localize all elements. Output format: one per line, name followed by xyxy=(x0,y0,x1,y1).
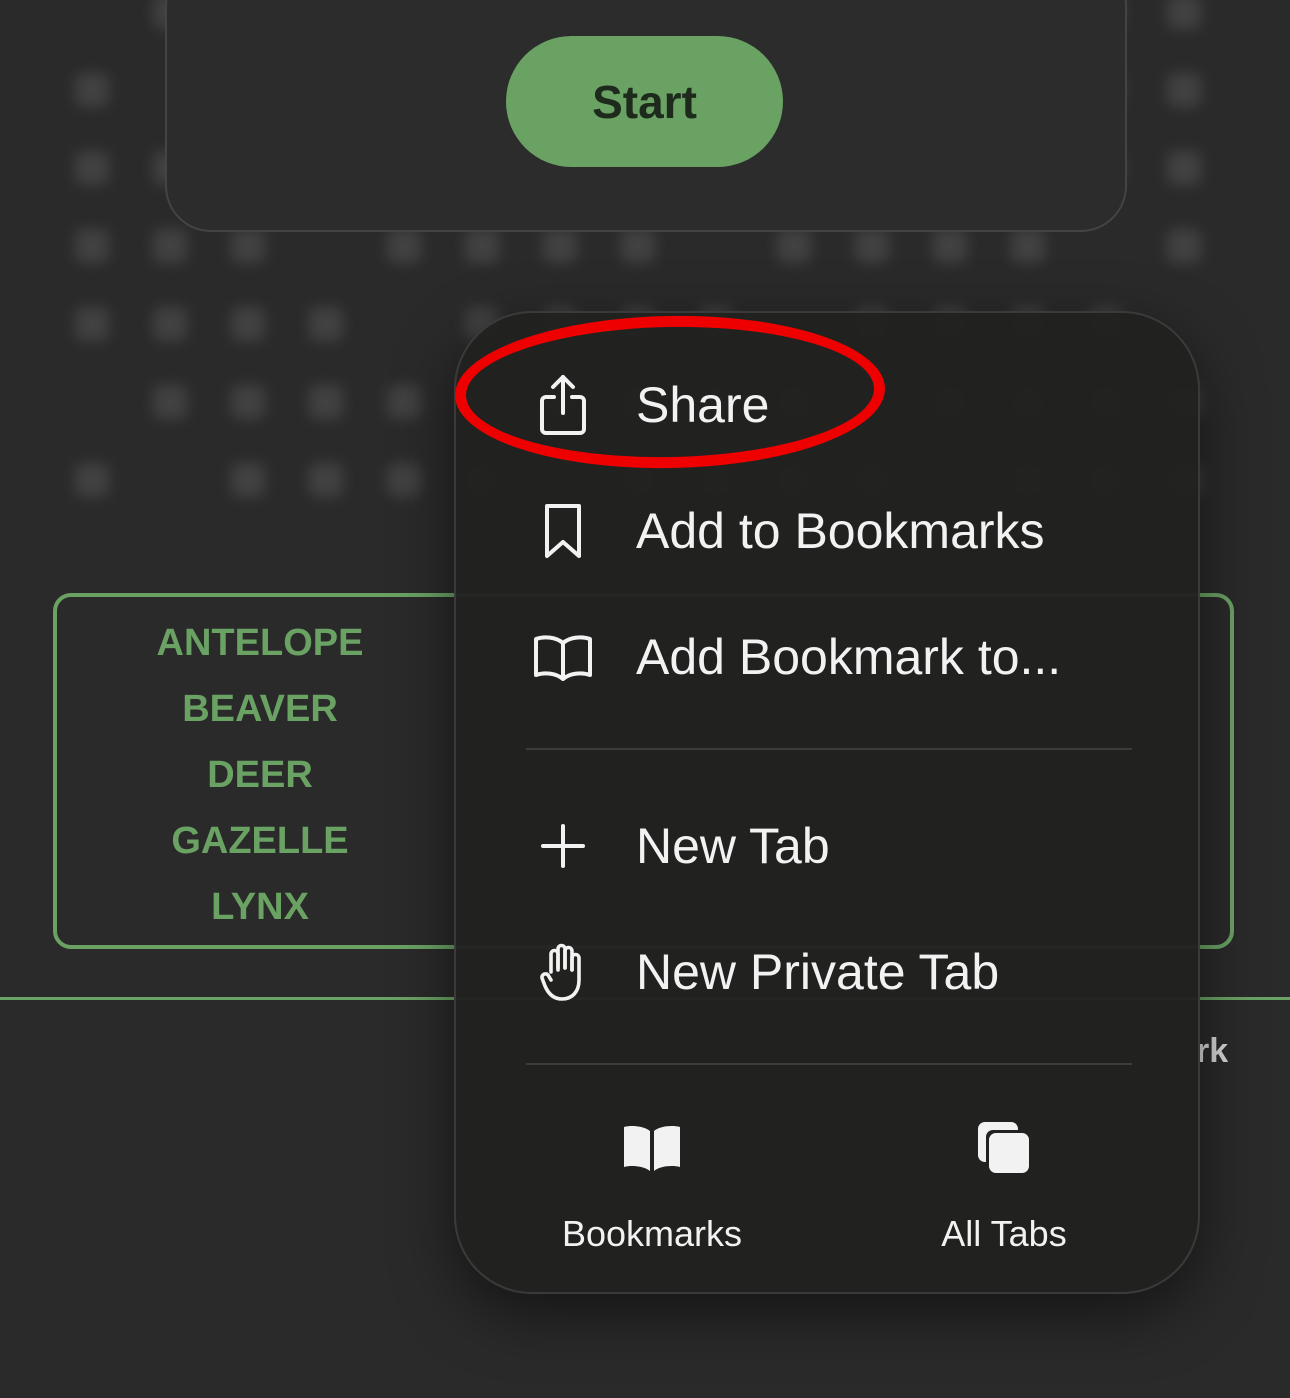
grid-cell xyxy=(933,229,967,263)
all-tabs-button[interactable]: All Tabs xyxy=(854,1113,1154,1263)
grid-cell xyxy=(1167,229,1201,263)
menu-item-label: Add Bookmark to... xyxy=(636,629,1062,685)
grid-cell xyxy=(75,307,109,341)
menu-item-new-private-tab[interactable]: New Private Tab xyxy=(456,917,1200,1027)
book-icon xyxy=(617,1113,687,1183)
word-item: ANTELOPE xyxy=(156,622,364,664)
menu-separator xyxy=(526,748,1132,750)
all-tabs-label: All Tabs xyxy=(941,1213,1067,1254)
word-item: LYNX xyxy=(211,886,309,928)
grid-cell xyxy=(465,229,499,263)
word-item: DEER xyxy=(207,754,313,796)
grid-cell xyxy=(387,229,421,263)
bookmarks-label: Bookmarks xyxy=(561,1213,743,1254)
grid-cell xyxy=(231,463,265,497)
grid-cell xyxy=(1167,0,1201,29)
grid-cell xyxy=(231,307,265,341)
word-item: GAZELLE xyxy=(171,820,349,862)
menu-item-add-bookmark-to[interactable]: Add Bookmark to... xyxy=(456,602,1200,712)
word-item: BEAVER xyxy=(182,688,338,730)
grid-cell xyxy=(75,151,109,185)
grid-cell xyxy=(543,229,577,263)
partial-label: rk xyxy=(1196,1032,1229,1070)
grid-cell xyxy=(855,229,889,263)
grid-cell xyxy=(621,229,655,263)
grid-cell xyxy=(387,463,421,497)
bookmark-icon xyxy=(528,496,598,566)
grid-cell xyxy=(231,385,265,419)
grid-cell xyxy=(153,385,187,419)
open-book-icon xyxy=(528,622,598,692)
bookmarks-button[interactable]: Bookmarks xyxy=(502,1113,802,1263)
start-button[interactable]: Start xyxy=(506,36,783,167)
word-list: ANTELOPE BEAVER DEER GAZELLE LYNX xyxy=(60,610,460,940)
grid-cell xyxy=(1167,151,1201,185)
menu-item-label: Add to Bookmarks xyxy=(636,503,1045,559)
menu-item-share[interactable]: Share xyxy=(456,350,1200,460)
grid-cell xyxy=(153,307,187,341)
menu-item-add-to-bookmarks[interactable]: Add to Bookmarks xyxy=(456,476,1200,586)
grid-cell xyxy=(75,229,109,263)
grid-cell xyxy=(309,463,343,497)
menu-item-label: Share xyxy=(636,377,770,433)
grid-cell xyxy=(777,229,811,263)
context-menu: Share Add to Bookmarks Add Bookmark to..… xyxy=(454,311,1200,1294)
grid-cell xyxy=(231,229,265,263)
grid-cell xyxy=(309,385,343,419)
hand-icon xyxy=(528,937,598,1007)
menu-separator xyxy=(526,1063,1132,1065)
menu-item-new-tab[interactable]: New Tab xyxy=(456,791,1200,901)
plus-icon xyxy=(528,811,598,881)
grid-cell xyxy=(1011,229,1045,263)
share-icon xyxy=(528,370,598,440)
grid-cell xyxy=(387,385,421,419)
menu-item-label: New Private Tab xyxy=(636,944,1000,1000)
grid-cell xyxy=(153,229,187,263)
grid-cell xyxy=(75,463,109,497)
grid-cell xyxy=(309,307,343,341)
grid-cell xyxy=(75,73,109,107)
grid-cell xyxy=(1167,73,1201,107)
tabs-icon xyxy=(969,1113,1039,1183)
menu-item-label: New Tab xyxy=(636,818,830,874)
